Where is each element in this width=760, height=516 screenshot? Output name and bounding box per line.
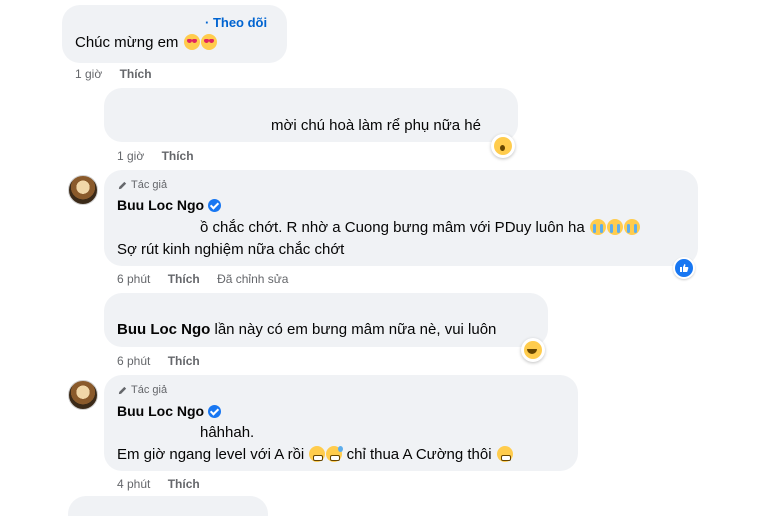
comment-meta-3: 6 phút Thích Đã chỉnh sửa: [117, 272, 288, 286]
like-reaction-badge[interactable]: [673, 257, 695, 279]
comment-line-2: Em giờ ngang level với A rồi chỉ thua A …: [117, 446, 513, 463]
verified-badge-icon: [208, 405, 222, 418]
comment-meta-2: 1 giờ Thích: [117, 149, 194, 163]
comment-meta-4: 6 phút Thích: [117, 354, 200, 368]
like-button[interactable]: Thích: [168, 477, 200, 491]
like-button[interactable]: Thích: [120, 67, 152, 81]
author-badge: Tác giả: [117, 384, 167, 396]
comment-text: Em giờ ngang level với A rồi: [117, 446, 305, 463]
crying-emoji-icon: [623, 219, 640, 235]
comment-text-cont: chỉ thua A Cường thôi: [346, 446, 492, 463]
comment-text: lần này có em bưng mâm nữa nè, vui luôn: [214, 321, 497, 338]
comment-line-2: Sợ rút kinh nghiệm nữa chắc chớt: [117, 241, 345, 258]
comment-line-1: ồ chắc chớt. R nhờ a Cuong bưng mâm với …: [200, 219, 640, 236]
comment-text-4: Buu Loc Ngo lần này có em bưng mâm nữa n…: [117, 321, 496, 338]
edited-label: Đã chỉnh sửa: [217, 272, 289, 286]
next-comment-bubble: [68, 496, 268, 516]
author-badge: Tác giả: [117, 179, 167, 191]
commenter-name-text: Buu Loc Ngo: [117, 403, 205, 419]
comment-time: 1 giờ: [75, 67, 103, 81]
verified-badge-icon: [208, 199, 222, 212]
comment-time: 6 phút: [117, 354, 151, 368]
pen-icon: [118, 181, 127, 189]
author-badge-label: Tác giả: [131, 384, 168, 396]
follow-link[interactable]: · Theo dõi: [205, 15, 267, 30]
mention-link[interactable]: Buu Loc Ngo: [117, 321, 210, 338]
reaction-badge[interactable]: [521, 338, 545, 362]
comment-time: 4 phút: [117, 477, 151, 491]
comment-text: Chúc mừng em: [75, 34, 179, 51]
author-badge-label: Tác giả: [131, 179, 168, 191]
crying-emoji-icon: [606, 219, 623, 235]
hushed-emoji-icon: [309, 446, 326, 462]
comment-text: mời chú hoà làm rể phụ nữa hé: [271, 117, 481, 134]
like-button[interactable]: Thích: [168, 354, 200, 368]
like-button[interactable]: Thích: [162, 149, 194, 163]
comment-meta-5: 4 phút Thích: [117, 477, 200, 491]
comment-bubble-4: [104, 293, 548, 347]
comment-time: 6 phút: [117, 272, 151, 286]
heart-eyes-emoji-icon: [200, 34, 217, 50]
comment-text: ồ chắc chớt. R nhờ a Cuong bưng mâm với …: [200, 219, 585, 236]
avatar[interactable]: [68, 175, 98, 205]
comment-time: 1 giờ: [117, 149, 145, 163]
comment-line-1: hâhhah.: [200, 424, 255, 441]
commenter-name[interactable]: Buu Loc Ngo: [117, 403, 222, 419]
surprised-emoji-icon: [494, 137, 512, 155]
reaction-badge[interactable]: [491, 134, 515, 158]
heart-eyes-emoji-icon: [183, 34, 200, 50]
crying-emoji-icon: [589, 219, 606, 235]
pen-icon: [118, 386, 127, 394]
like-icon: [680, 264, 689, 272]
hushed-emoji-icon: [326, 446, 344, 462]
avatar[interactable]: [68, 380, 98, 410]
commenter-name[interactable]: Buu Loc Ngo: [117, 197, 222, 213]
commenter-name-text: Buu Loc Ngo: [117, 197, 205, 213]
like-button[interactable]: Thích: [168, 272, 200, 286]
grin-emoji-icon: [524, 341, 542, 359]
comment-text-1: Chúc mừng em: [75, 34, 217, 51]
hushed-emoji-icon: [496, 446, 513, 462]
comment-meta-1: 1 giờ Thích: [75, 67, 152, 81]
